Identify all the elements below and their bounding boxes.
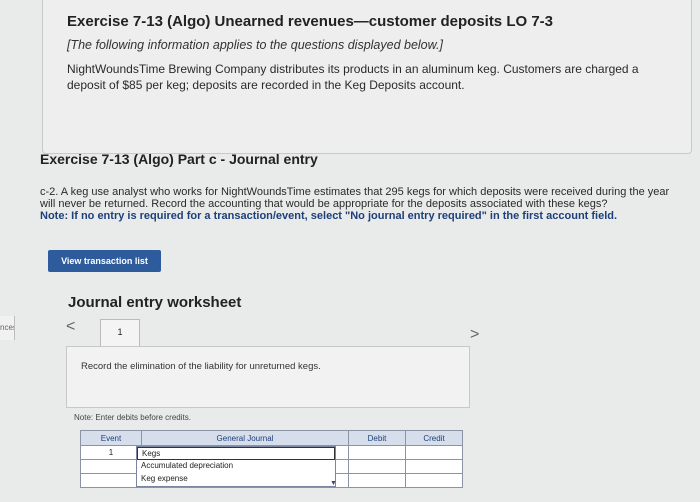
dropdown-option-keg-expense[interactable]: Keg expense	[137, 473, 335, 486]
instruction-box: Record the elimination of the liability …	[66, 346, 470, 408]
debit-input[interactable]	[348, 459, 406, 474]
sidebar-references-tab[interactable]: nces	[0, 316, 15, 340]
next-chevron-icon[interactable]: >	[470, 326, 479, 344]
account-dropdown-list: Kegs Accumulated depreciation Keg expens…	[136, 446, 336, 487]
debit-input[interactable]	[348, 473, 406, 488]
question-text: c-2. A keg use analyst who works for Nig…	[40, 186, 680, 222]
header-credit: Credit	[405, 430, 463, 446]
credit-input[interactable]	[405, 445, 463, 460]
previous-chevron-icon[interactable]: <	[66, 318, 75, 336]
header-event: Event	[80, 430, 142, 446]
note-text: If no entry is required for a transactio…	[71, 210, 618, 222]
debit-input[interactable]	[348, 445, 406, 460]
instruction-text: Record the elimination of the liability …	[81, 361, 321, 372]
view-transaction-list-button[interactable]: View transaction list	[48, 250, 161, 272]
dropdown-caret-icon[interactable]: ▼	[330, 480, 337, 487]
dropdown-option-kegs[interactable]: Kegs	[137, 447, 335, 460]
part-title: Exercise 7-13 (Algo) Part c - Journal en…	[40, 151, 318, 167]
exercise-description: NightWoundsTime Brewing Company distribu…	[67, 62, 639, 92]
note-debits-before-credits: Note: Enter debits before credits.	[74, 413, 191, 422]
worksheet-title: Journal entry worksheet	[68, 294, 242, 311]
exercise-subtitle: [The following information applies to th…	[67, 38, 443, 52]
worksheet-page-tab[interactable]: 1	[100, 319, 140, 347]
credit-input[interactable]	[405, 459, 463, 474]
header-general-journal: General Journal	[141, 430, 349, 446]
credit-input[interactable]	[405, 473, 463, 488]
exercise-info-card: Exercise 7-13 (Algo) Unearned revenues—c…	[42, 0, 692, 154]
header-debit: Debit	[348, 430, 406, 446]
dropdown-option-accumulated-depreciation[interactable]: Accumulated depreciation	[137, 460, 335, 473]
note-label: Note:	[40, 210, 69, 222]
question-body: c-2. A keg use analyst who works for Nig…	[40, 186, 670, 210]
exercise-title: Exercise 7-13 (Algo) Unearned revenues—c…	[67, 13, 553, 30]
event-number: 1	[80, 445, 142, 460]
